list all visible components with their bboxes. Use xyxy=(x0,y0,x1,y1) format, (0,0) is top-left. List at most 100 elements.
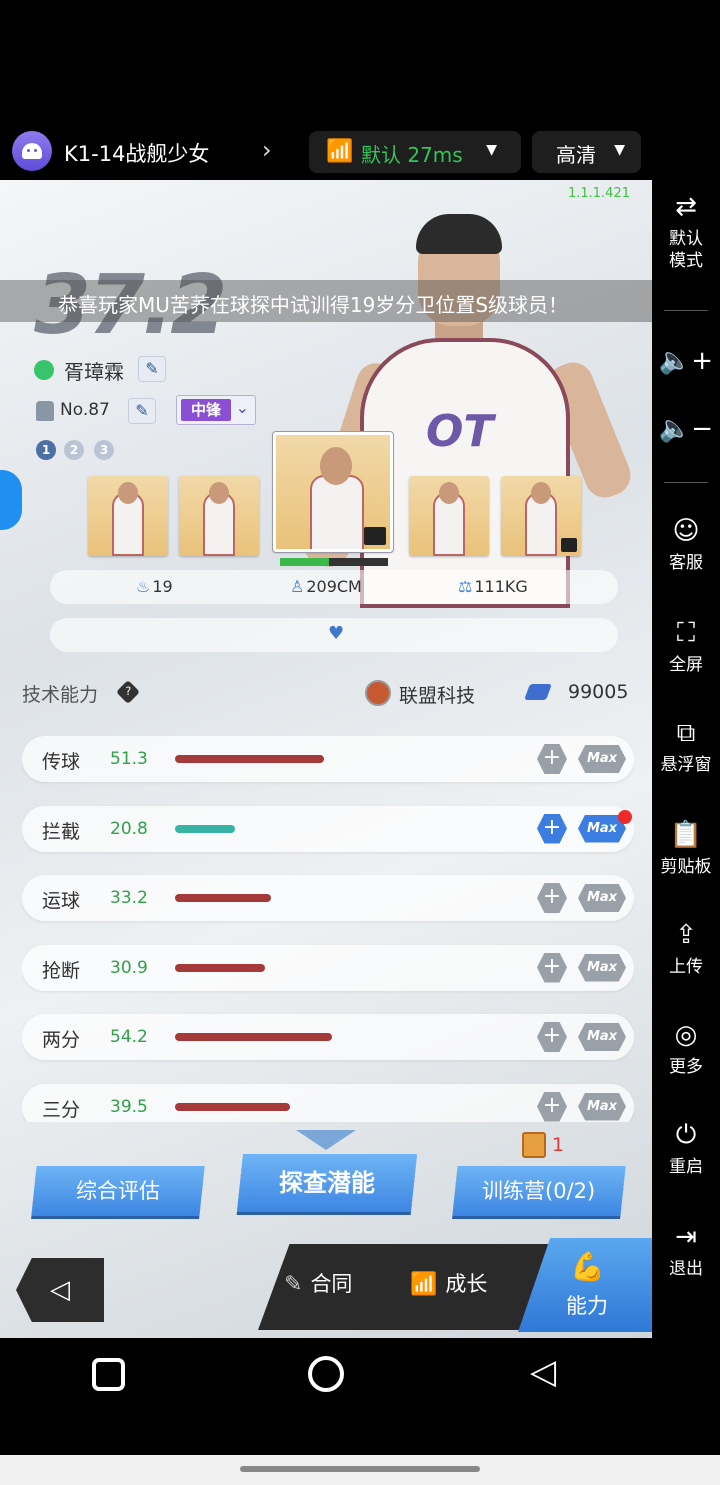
scroll-down-arrow-icon[interactable] xyxy=(296,1130,356,1150)
toolbar-volume-down-button[interactable]: 🔈− xyxy=(652,414,720,444)
more-icon: ◎ xyxy=(674,1020,698,1050)
skill-level-bar xyxy=(175,1033,332,1041)
home-button[interactable] xyxy=(308,1356,344,1392)
android-app-icon[interactable] xyxy=(12,131,52,171)
ticket-count: 1 xyxy=(552,1134,565,1156)
player-card[interactable] xyxy=(409,476,489,556)
home-indicator[interactable] xyxy=(240,1466,480,1472)
training-camp-button[interactable]: 训练营(0/2) xyxy=(452,1166,626,1216)
toolbar-label: 默认 模式 xyxy=(669,229,703,271)
currency-value: 99005 xyxy=(568,681,629,703)
announcement-text: 恭喜玩家MU苦荞在球探中试训得19岁分卫位置S级球员！ xyxy=(58,293,569,317)
player-card[interactable] xyxy=(179,476,259,556)
heart-icon[interactable]: ♥ xyxy=(328,623,344,644)
gesture-bar xyxy=(0,1455,720,1485)
toolbar-exit-button[interactable]: ⇥ 退出 xyxy=(652,1222,720,1280)
position-selector[interactable]: 中锋 ⌄ xyxy=(176,395,256,425)
position-label: 中锋 xyxy=(181,399,231,421)
toolbar-label: 全屏 xyxy=(669,655,703,675)
fullscreen-icon: ⛶ xyxy=(676,618,696,648)
skill-upgrade-button[interactable]: + xyxy=(537,813,567,844)
skill-row: 抢断 30.9 + Max xyxy=(22,944,634,991)
toolbar-upload-button[interactable]: ⇪ 上传 xyxy=(652,920,720,978)
page-dot-1[interactable]: 1 xyxy=(36,440,56,460)
card-progress-bar xyxy=(280,558,388,566)
league-tech-icon xyxy=(365,680,391,706)
skill-row: 拦截 20.8 + Max xyxy=(22,805,634,852)
toolbar-label: 上传 xyxy=(669,957,703,977)
skill-upgrade-button[interactable]: + xyxy=(537,1022,567,1052)
page-dot-3[interactable]: 3 xyxy=(94,440,114,460)
lock-icon xyxy=(561,538,577,552)
toolbar-support-button[interactable]: ☺ 客服 xyxy=(652,516,720,574)
skill-list[interactable]: 传球 51.3 + Max 拦截 20.8 + Max 运球 33.2 + Max 抢断 30.9 + Max… xyxy=(22,736,634,1122)
toolbar-more-button[interactable]: ◎ 更多 xyxy=(652,1020,720,1078)
player-number: No.87 xyxy=(60,400,110,420)
skill-max-button[interactable]: Max xyxy=(578,1023,626,1051)
explore-potential-button[interactable]: 探查潜能 xyxy=(236,1154,418,1212)
notification-dot xyxy=(618,809,632,824)
chevron-down-icon: ⌄ xyxy=(235,398,249,417)
skill-upgrade-button[interactable]: + xyxy=(537,883,567,913)
player-card[interactable] xyxy=(501,476,581,556)
skill-level-bar xyxy=(175,755,324,763)
toolbar-float-window-button[interactable]: ⧉ 悬浮窗 xyxy=(652,718,720,776)
game-screen[interactable]: 1.1.1.421 OT 37.2 恭喜玩家MU苦荞在球探中试训得19岁分卫位置… xyxy=(0,180,652,1338)
support-icon: ☺ xyxy=(672,516,700,546)
recents-button[interactable] xyxy=(92,1358,125,1391)
network-selector[interactable]: 📶 默认 27ms ▼ xyxy=(309,131,521,173)
skill-row: 传球 51.3 + Max xyxy=(22,736,634,782)
toolbar-label: 剪贴板 xyxy=(660,857,712,877)
nav-growth[interactable]: 📶 成长 xyxy=(410,1268,487,1298)
toolbar-fullscreen-button[interactable]: ⛶ 全屏 xyxy=(652,618,720,676)
skill-name: 抢断 xyxy=(42,959,81,982)
lock-icon xyxy=(364,527,386,545)
page-dot-2[interactable]: 2 xyxy=(64,440,84,460)
toolbar-label: 更多 xyxy=(669,1057,703,1077)
skill-upgrade-button[interactable]: + xyxy=(537,952,567,983)
mood-icon xyxy=(34,360,54,380)
swap-icon: ⇄ xyxy=(675,192,697,222)
skill-row: 三分 39.5 + Max xyxy=(22,1083,634,1122)
player-card[interactable] xyxy=(88,476,168,556)
skill-max-button[interactable]: Max xyxy=(578,745,626,773)
height-stat: ♙ 209CM xyxy=(290,577,362,596)
toolbar-volume-up-button[interactable]: 🔈+ xyxy=(652,346,720,376)
announcement-banner: 恭喜玩家MU苦荞在球探中试训得19岁分卫位置S级球员！ xyxy=(0,280,652,322)
skill-max-button[interactable]: Max xyxy=(578,884,626,912)
help-icon[interactable]: ? xyxy=(115,679,141,705)
nav-contract[interactable]: ✎ 合同 xyxy=(284,1268,352,1298)
skill-row: 两分 54.2 + Max xyxy=(22,1014,634,1060)
player-card-selected[interactable] xyxy=(272,431,394,553)
skill-name: 拦截 xyxy=(42,820,81,843)
back-button[interactable]: ◁ xyxy=(16,1258,104,1322)
jersey-icon xyxy=(36,401,54,421)
contract-icon: ✎ xyxy=(284,1272,303,1297)
skill-level-bar xyxy=(175,1102,290,1111)
app-title[interactable]: K1-14战舰少女 xyxy=(64,138,209,168)
skill-max-button[interactable]: Max xyxy=(578,1092,626,1121)
emulator-toolbar: ⇄ 默认 模式 🔈+ 🔈− ☺ 客服 ⛶ 全屏 ⧉ 悬浮窗 📋 剪贴板 ⇪ 上传 ◎ 更多 ⏻ 重启 ⇥ 退出 xyxy=(652,180,720,1338)
volume-up-icon: 🔈+ xyxy=(658,346,714,376)
league-tech-label: 联盟科技 xyxy=(399,685,476,707)
skills-header: 技术能力 ? 联盟科技 99005 xyxy=(22,679,632,710)
skill-upgrade-button[interactable]: + xyxy=(537,744,567,774)
toolbar-power-button[interactable]: ⏻ 重启 xyxy=(652,1120,720,1178)
overall-eval-button[interactable]: 综合评估 xyxy=(31,1166,205,1216)
edit-number-button[interactable]: ✎ xyxy=(128,398,156,424)
toolbar-clipboard-button[interactable]: 📋 剪贴板 xyxy=(652,820,720,878)
chevron-right-icon[interactable]: › xyxy=(262,136,272,164)
skill-level-bar xyxy=(175,963,265,972)
favorite-bar[interactable]: ♥ xyxy=(50,618,618,652)
cake-icon: ♨ xyxy=(136,577,151,596)
skill-level-bar xyxy=(175,894,271,902)
skill-max-button[interactable]: Max xyxy=(578,953,626,982)
edit-name-button[interactable]: ✎ xyxy=(138,356,166,382)
back-triangle-button[interactable]: ◁ xyxy=(530,1352,556,1392)
side-drawer-tab[interactable] xyxy=(0,470,22,530)
toolbar-swap-button[interactable]: ⇄ 默认 模式 xyxy=(652,192,720,272)
wifi-icon: 📶 xyxy=(326,139,354,164)
float-window-icon: ⧉ xyxy=(676,718,696,748)
skill-upgrade-button[interactable]: + xyxy=(537,1091,567,1122)
quality-selector[interactable]: 高清 ▼ xyxy=(532,131,641,173)
